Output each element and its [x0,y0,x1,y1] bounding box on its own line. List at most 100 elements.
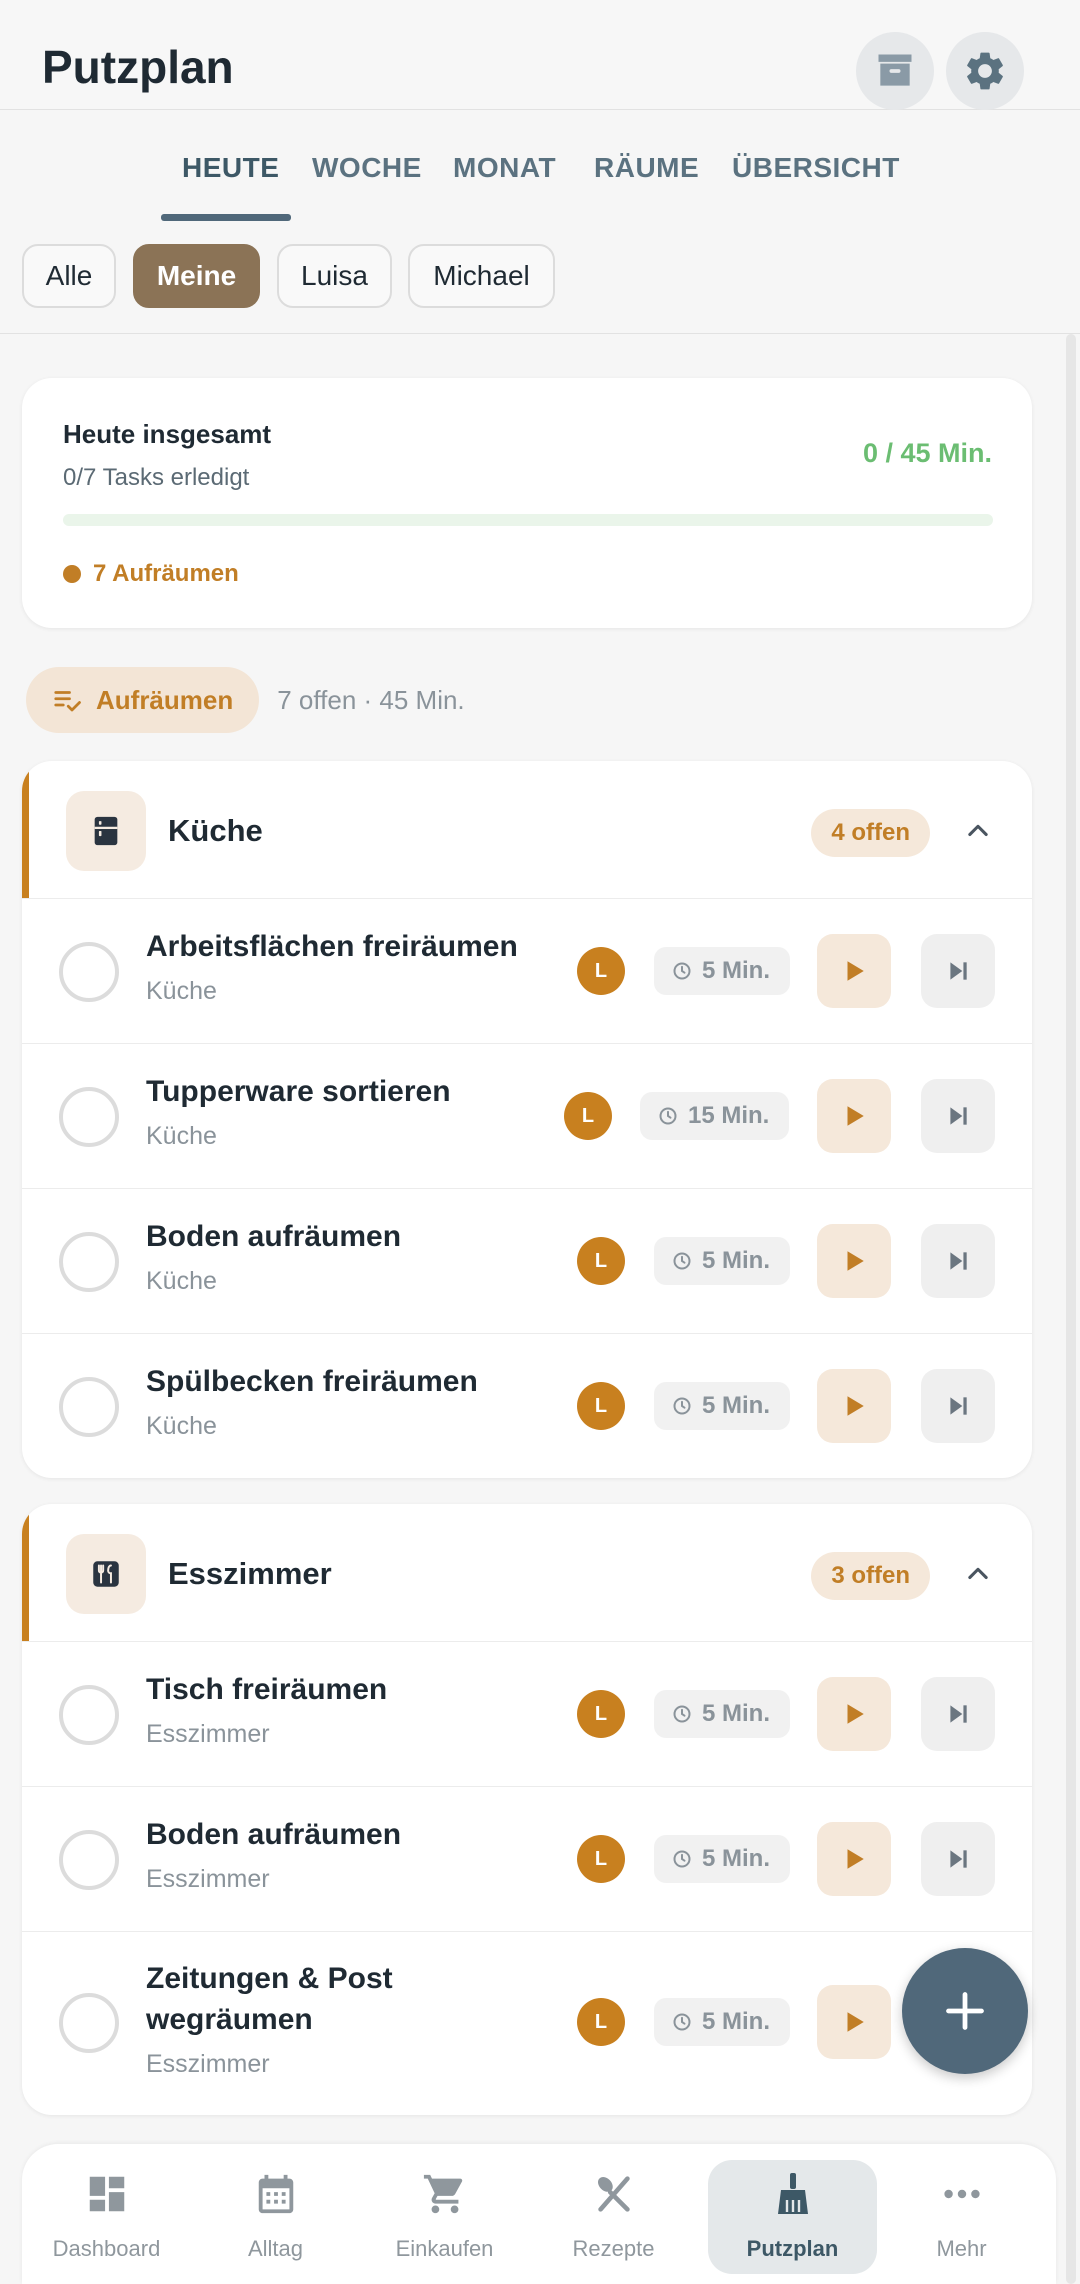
skip-next-icon [950,1397,967,1415]
play-icon [847,1106,864,1126]
task-checkbox[interactable] [59,942,119,1002]
plus-icon [946,1992,984,2030]
tab-woche[interactable]: WOCHE [312,152,422,184]
broom-icon [769,2170,817,2218]
bottom-navigation: Dashboard Alltag Einkaufen Rezepte Putzp… [22,2144,1056,2284]
task-row: Spülbecken freiräumen Küche L 5 Min. [22,1334,1032,1478]
start-task-button[interactable] [817,1677,891,1751]
task-row: Tupperware sortieren Küche L 15 Min. [22,1044,1032,1189]
cutlery-icon [93,1561,119,1587]
start-task-button[interactable] [817,1079,891,1153]
summary-subtitle: 0/7 Tasks erledigt [63,464,250,491]
tab-uebersicht[interactable]: ÜBERSICHT [732,152,900,184]
task-room: Küche [146,1412,217,1440]
task-duration-label: 5 Min. [702,1247,771,1274]
room-header[interactable]: Esszimmer 3 offen [22,1504,1032,1642]
assignee-avatar: L [564,1092,612,1140]
nav-mehr[interactable]: Mehr [877,2144,1046,2284]
clock-icon [673,1397,691,1415]
open-count-badge: 4 offen [811,809,930,857]
summary-category-label: 7 Aufräumen [93,560,239,587]
task-room: Küche [146,1122,217,1150]
nav-rezepte[interactable]: Rezepte [529,2144,698,2284]
task-duration: 5 Min. [654,947,791,995]
nav-label: Rezepte [572,2236,655,2261]
start-task-button[interactable] [817,934,891,1008]
skip-task-button[interactable] [921,934,995,1008]
page-title: Putzplan [42,41,234,93]
assignee-avatar: L [577,1998,625,2046]
nav-label: Einkaufen [395,2236,494,2261]
task-checkbox[interactable] [59,1993,119,2053]
skip-task-button[interactable] [921,1677,995,1751]
skip-task-button[interactable] [921,1822,995,1896]
start-task-button[interactable] [817,1822,891,1896]
nav-label: Mehr [936,2236,987,2261]
task-duration: 5 Min. [654,1382,791,1430]
tab-raeume[interactable]: RÄUME [594,152,699,184]
room-name: Esszimmer [168,1556,332,1591]
task-checkbox[interactable] [59,1377,119,1437]
tab-heute[interactable]: HEUTE [182,152,279,184]
nav-dashboard[interactable]: Dashboard [22,2144,191,2284]
start-task-button[interactable] [817,1369,891,1443]
skip-task-button[interactable] [921,1224,995,1298]
summary-category: 7 Aufräumen [63,560,239,588]
task-row: Boden aufräumen Esszimmer L 5 Min. [22,1787,1032,1932]
app-header: Putzplan [0,0,1080,110]
skip-task-button[interactable] [921,1369,995,1443]
nav-putzplan[interactable]: Putzplan [708,2144,877,2284]
assignee-avatar: L [577,1690,625,1738]
task-checkbox[interactable] [59,1232,119,1292]
play-icon [847,1251,864,1271]
task-duration: 15 Min. [640,1092,790,1140]
fridge-icon [94,816,118,846]
chevron-up-icon[interactable] [964,1560,992,1588]
checklist-icon [54,691,81,712]
task-checkbox[interactable] [59,1087,119,1147]
assignee-avatar: L [577,1237,625,1285]
task-title: Tupperware sortieren [146,1075,451,1108]
task-checkbox[interactable] [59,1830,119,1890]
skip-next-icon [950,1107,967,1125]
scrollbar[interactable] [1066,334,1076,2284]
cutlery-icon [590,2170,638,2218]
clock-icon [673,1705,691,1723]
summary-progress-bar [63,514,993,526]
task-checkbox[interactable] [59,1685,119,1745]
start-task-button[interactable] [817,1224,891,1298]
active-tab-indicator [161,214,291,221]
nav-einkaufen[interactable]: Einkaufen [360,2144,529,2284]
task-title: Boden aufräumen [146,1818,402,1851]
room-card-kueche: Küche 4 offen Arbeitsflächen freiräumen … [22,761,1032,1478]
settings-button[interactable] [946,32,1024,110]
add-task-button[interactable] [902,1948,1028,2074]
view-tabs: HEUTE WOCHE MONAT RÄUME ÜBERSICHT [0,110,1080,222]
more-icon [938,2170,986,2218]
filter-chip-meine[interactable]: Meine [133,244,260,308]
nav-label: Alltag [247,2236,304,2261]
task-duration-label: 5 Min. [702,1845,771,1872]
archive-button[interactable] [856,32,934,110]
task-duration: 5 Min. [654,1690,791,1738]
task-duration: 5 Min. [654,1998,791,2046]
nav-label: Dashboard [52,2236,161,2261]
open-count-badge: 3 offen [811,1552,930,1600]
play-icon [847,1704,864,1724]
clock-icon [673,962,691,980]
assignee-avatar: L [577,1382,625,1430]
skip-next-icon [950,1252,967,1270]
group-pill-aufraeumen[interactable]: Aufräumen [26,667,260,733]
tab-monat[interactable]: MONAT [453,152,556,184]
start-task-button[interactable] [817,1985,891,2059]
nav-alltag[interactable]: Alltag [191,2144,360,2284]
filter-chip-alle[interactable]: Alle [22,244,116,308]
filter-chip-luisa[interactable]: Luisa [277,244,392,308]
task-group-header: Aufräumen 7 offen · 45 Min. [26,667,465,733]
chevron-up-icon[interactable] [964,817,992,845]
skip-task-button[interactable] [921,1079,995,1153]
filter-chip-michael[interactable]: Michael [408,244,555,308]
cart-icon [421,2170,469,2218]
room-header[interactable]: Küche 4 offen [22,761,1032,899]
skip-next-icon [950,962,967,980]
